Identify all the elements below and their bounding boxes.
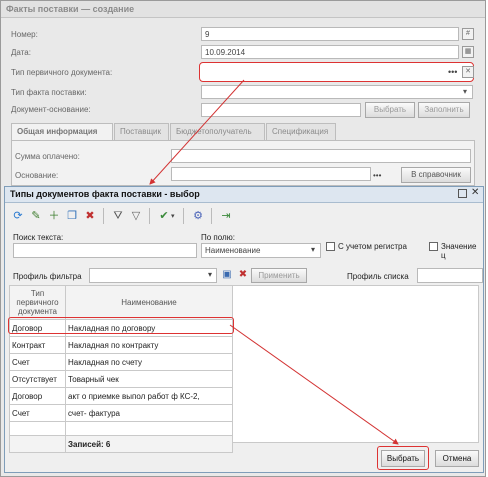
arrow-to-select-button (229, 324, 399, 445)
annotation-arrows (149, 79, 399, 445)
arrow-to-dialog (149, 79, 245, 185)
